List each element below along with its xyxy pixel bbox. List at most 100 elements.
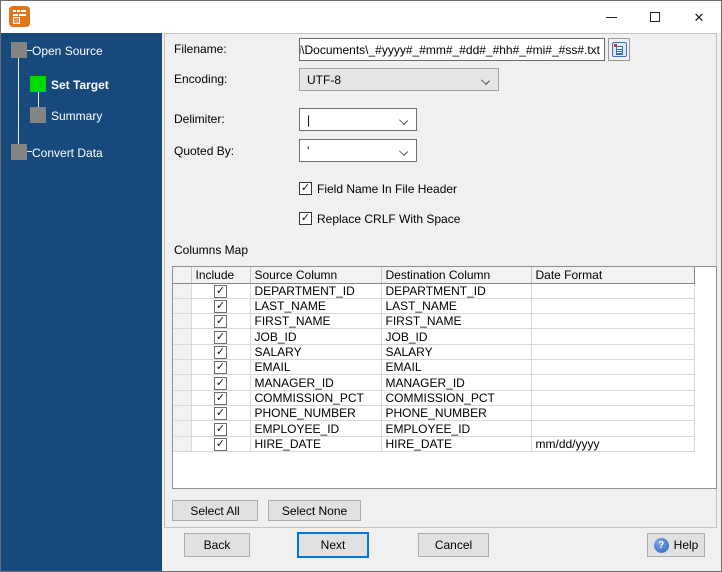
include-cell: ✓	[191, 374, 251, 391]
include-cell: ✓	[191, 436, 251, 453]
help-icon: ?	[653, 537, 669, 553]
include-checkbox[interactable]: ✓	[214, 376, 227, 390]
destination-column-cell: LAST_NAME	[381, 298, 532, 315]
row-selector-cell[interactable]	[173, 283, 192, 299]
delimiter-select[interactable]: |	[299, 108, 417, 131]
row-selector-cell[interactable]	[173, 374, 192, 391]
table-row: ✓ DEPARTMENT_ID DEPARTMENT_ID	[173, 283, 695, 299]
include-checkbox[interactable]: ✓	[214, 330, 227, 344]
date-format-cell	[531, 359, 695, 376]
date-format-cell	[531, 283, 695, 299]
row-selector-cell[interactable]	[173, 420, 192, 437]
table-header-row: Include Source Column Destination Column…	[173, 267, 695, 284]
include-checkbox[interactable]: ✓	[214, 392, 227, 405]
sidebar-item-open-source: Open Source	[32, 44, 103, 58]
delimiter-label: Delimiter:	[174, 112, 225, 126]
include-checkbox[interactable]: ✓	[214, 407, 227, 420]
column-header-source: Source Column	[250, 267, 382, 284]
quoted-by-select[interactable]: '	[299, 139, 417, 162]
row-selector-cell[interactable]	[173, 298, 192, 315]
date-format-cell: mm/dd/yyyy	[531, 436, 695, 453]
column-header-selector	[173, 267, 192, 284]
date-format-cell	[531, 328, 695, 345]
help-button-label: Help	[673, 538, 699, 552]
encoding-select[interactable]: UTF-8	[299, 68, 499, 91]
include-cell: ✓	[191, 283, 251, 299]
chevron-down-icon	[399, 116, 408, 125]
encoding-value: UTF-8	[307, 72, 341, 87]
row-selector-cell[interactable]	[173, 436, 192, 453]
table-row: ✓ LAST_NAME LAST_NAME	[173, 298, 695, 315]
table-row: ✓ JOB_ID JOB_ID	[173, 328, 695, 345]
destination-column-cell: JOB_ID	[381, 328, 532, 345]
table-row: ✓ FIRST_NAME FIRST_NAME	[173, 313, 695, 330]
row-selector-cell[interactable]	[173, 359, 192, 376]
help-button[interactable]: ? Help	[647, 533, 705, 557]
table-row: ✓ COMMISSION_PCT COMMISSION_PCT	[173, 390, 695, 407]
document-icon	[615, 46, 623, 55]
source-column-cell: PHONE_NUMBER	[250, 405, 382, 422]
include-cell: ✓	[191, 405, 251, 422]
destination-column-cell: MANAGER_ID	[381, 374, 532, 391]
columns-table-body: ✓ DEPARTMENT_ID DEPARTMENT_ID ✓ LAST_NAME LAS…	[173, 283, 695, 453]
date-format-cell	[531, 390, 695, 407]
app-icon[interactable]	[9, 6, 30, 27]
tree-connector-line	[38, 92, 39, 107]
row-selector-cell[interactable]	[173, 405, 192, 422]
source-column-cell: MANAGER_ID	[250, 374, 382, 391]
back-button[interactable]: Back	[184, 533, 250, 557]
source-column-cell: LAST_NAME	[250, 298, 382, 315]
row-selector-cell[interactable]	[173, 328, 192, 345]
minimize-button[interactable]	[589, 1, 633, 33]
cancel-button[interactable]: Cancel	[418, 533, 489, 557]
column-header-date-format: Date Format	[531, 267, 695, 284]
close-button[interactable]: ✕	[677, 1, 721, 33]
destination-column-cell: HIRE_DATE	[381, 436, 532, 453]
include-checkbox[interactable]: ✓	[214, 346, 227, 359]
destination-column-cell: COMMISSION_PCT	[381, 390, 532, 407]
include-checkbox[interactable]: ✓	[214, 300, 227, 313]
select-all-button[interactable]: Select All	[172, 500, 258, 521]
date-format-cell	[531, 298, 695, 315]
destination-column-cell: FIRST_NAME	[381, 313, 532, 330]
row-selector-cell[interactable]	[173, 313, 192, 330]
row-selector-cell[interactable]	[173, 390, 192, 407]
include-cell: ✓	[191, 420, 251, 437]
include-checkbox[interactable]: ✓	[214, 284, 227, 298]
replace-crlf-checkbox[interactable]: ✓	[299, 212, 312, 225]
destination-column-cell: SALARY	[381, 344, 532, 361]
include-checkbox[interactable]: ✓	[214, 315, 227, 328]
filename-input[interactable]: i\Documents\_#yyyy#_#mm#_#dd#_#hh#_#mi#_…	[299, 38, 605, 61]
next-button[interactable]: Next	[297, 532, 369, 558]
table-row: ✓ SALARY SALARY	[173, 344, 695, 361]
source-column-cell: SALARY	[250, 344, 382, 361]
wizard-sidebar: Open Source Set Target Summary Convert D…	[1, 33, 162, 571]
include-checkbox[interactable]: ✓	[214, 361, 227, 374]
field-name-in-header-label: Field Name In File Header	[317, 182, 458, 196]
source-column-cell: HIRE_DATE	[250, 436, 382, 453]
table-row: ✓ PHONE_NUMBER PHONE_NUMBER	[173, 405, 695, 422]
sidebar-item-summary: Summary	[51, 109, 103, 123]
include-checkbox[interactable]: ✓	[214, 438, 227, 451]
source-column-cell: JOB_ID	[250, 328, 382, 345]
select-none-button[interactable]: Select None	[268, 500, 361, 521]
dialog-window: ✕ Open Source Set Target Summary Convert…	[0, 0, 722, 572]
browse-button[interactable]	[608, 38, 630, 61]
browse-file-icon	[611, 42, 627, 57]
encoding-label: Encoding:	[174, 72, 228, 86]
app-icon-detail	[13, 14, 26, 16]
row-selector-cell[interactable]	[173, 344, 192, 361]
field-name-in-header-checkbox[interactable]: ✓	[299, 182, 312, 195]
title-bar: ✕	[1, 1, 721, 33]
column-header-destination: Destination Column	[381, 267, 532, 284]
step-marker-open-source	[11, 42, 27, 58]
app-icon-detail	[13, 10, 26, 12]
include-cell: ✓	[191, 313, 251, 330]
date-format-cell	[531, 344, 695, 361]
step-marker-convert-data	[11, 144, 27, 160]
date-format-cell	[531, 420, 695, 437]
include-checkbox[interactable]: ✓	[214, 422, 227, 436]
destination-column-cell: DEPARTMENT_ID	[381, 283, 532, 299]
include-cell: ✓	[191, 359, 251, 376]
maximize-button[interactable]	[633, 1, 677, 33]
